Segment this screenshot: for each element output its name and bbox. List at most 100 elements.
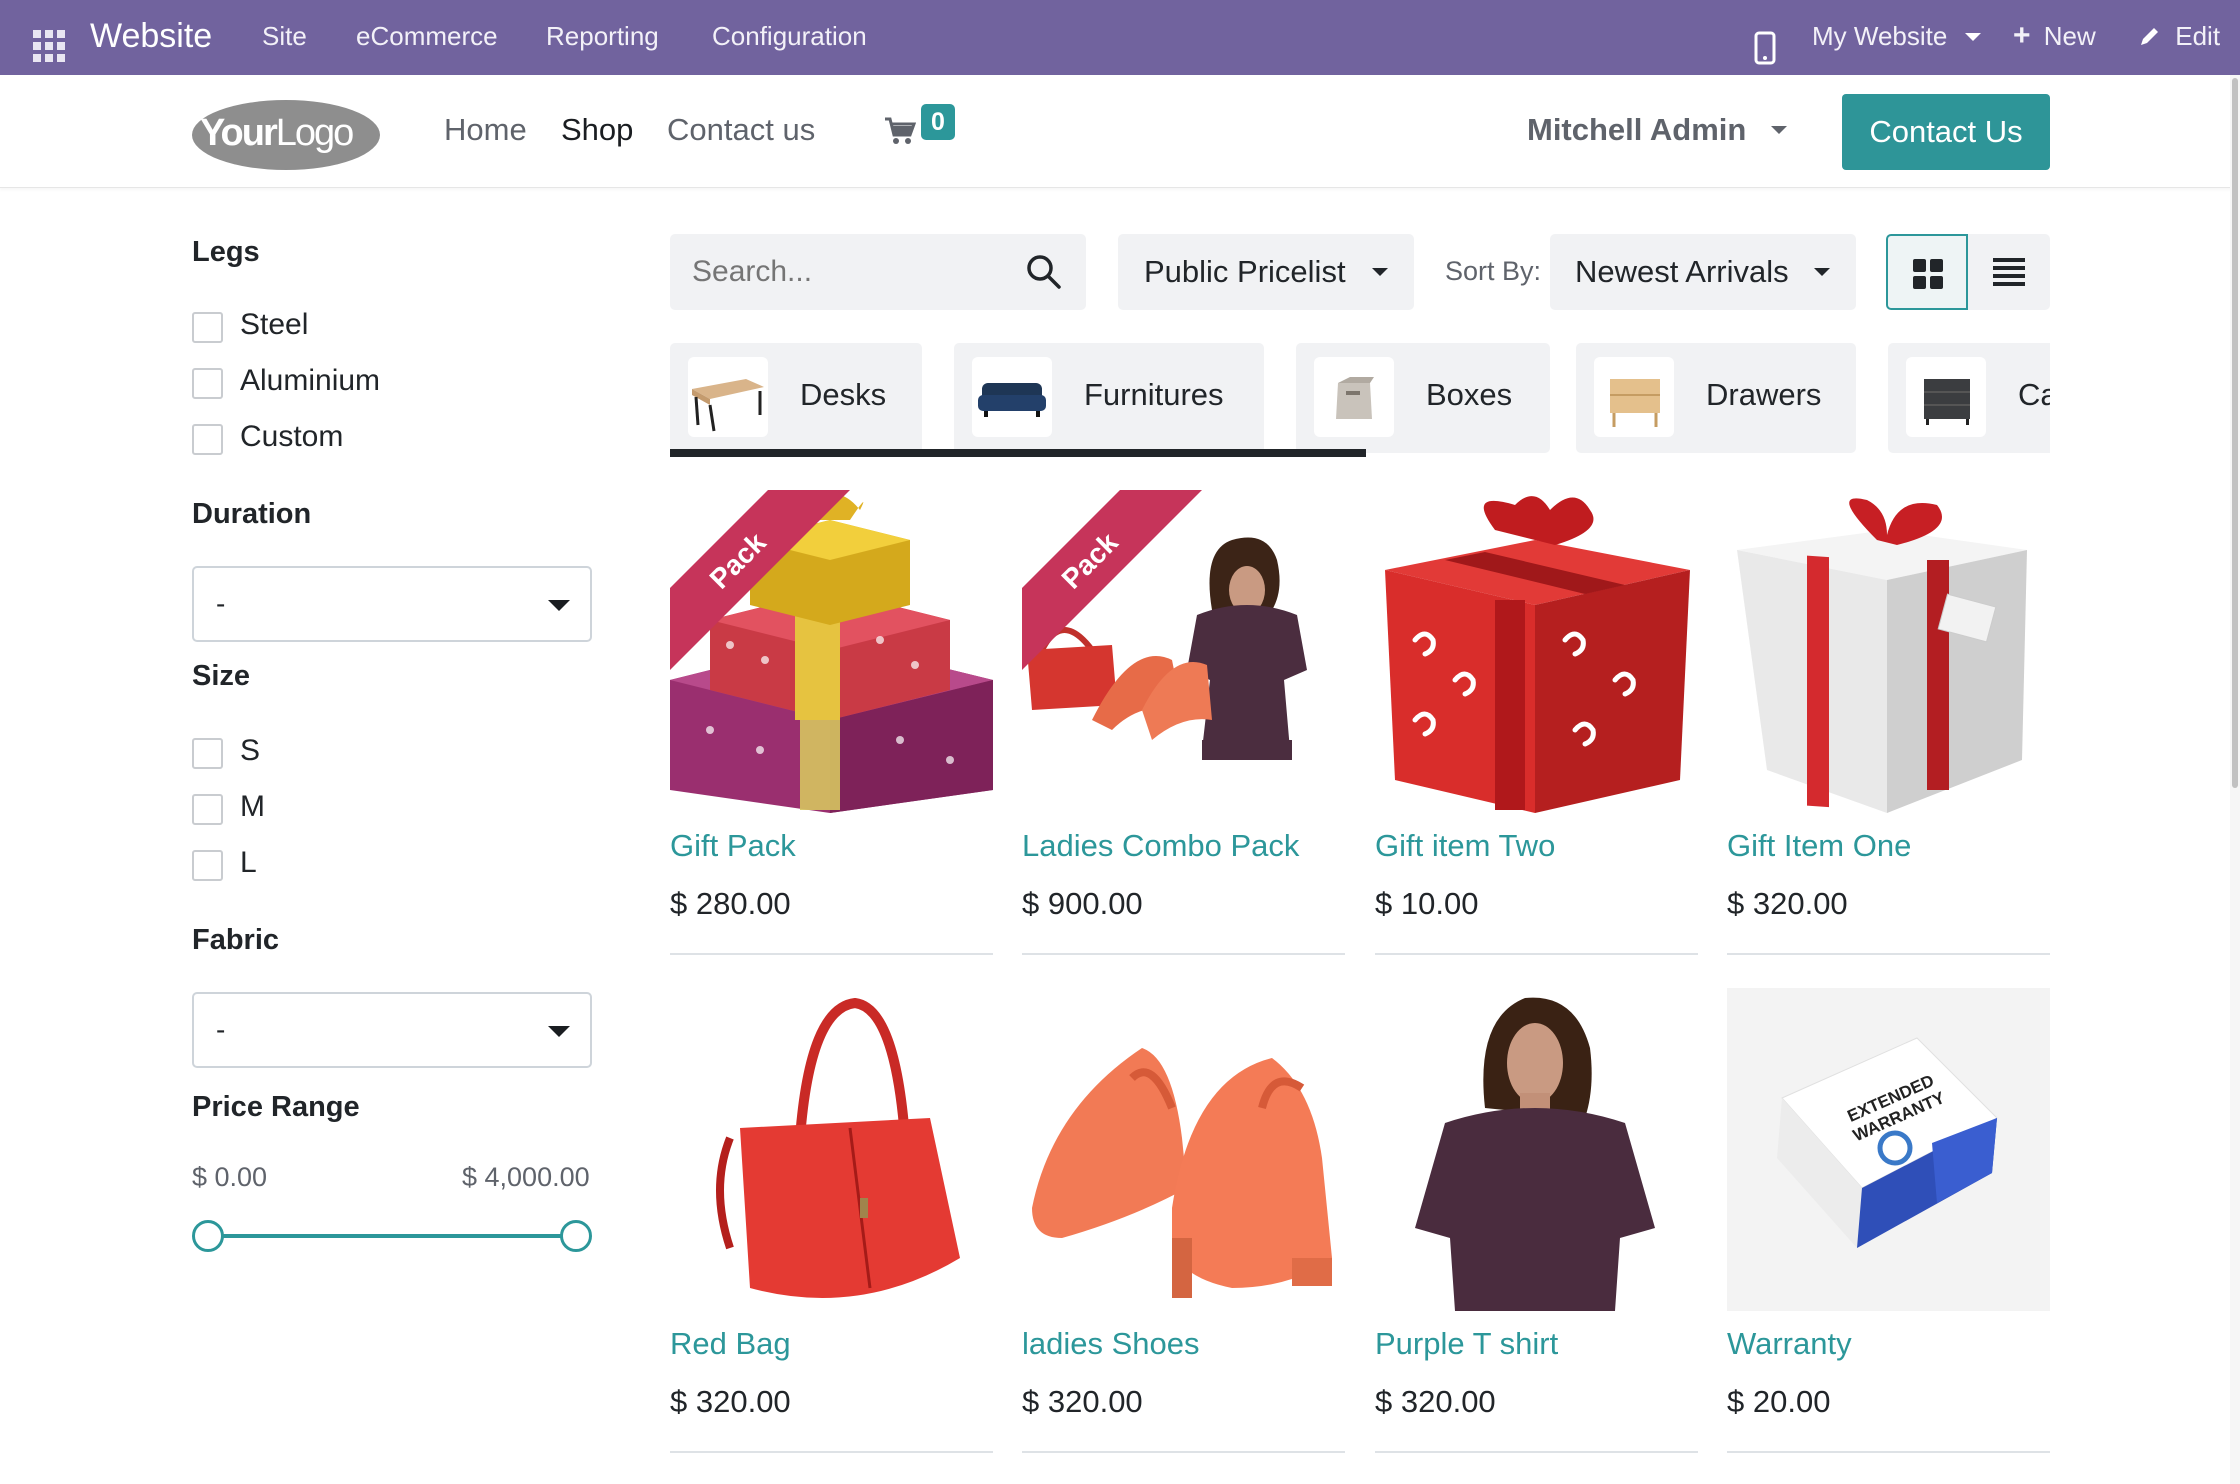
grid-icon <box>1912 258 1944 295</box>
product-image[interactable]: EXTENDED WARRANTY <box>1727 988 2050 1311</box>
product-price: $ 320.00 <box>1375 1384 1496 1419</box>
card-divider <box>1375 953 1698 955</box>
card-divider <box>1727 953 2050 955</box>
checkbox-label-aluminium[interactable]: Aluminium <box>240 364 380 398</box>
product-name[interactable]: ladies Shoes <box>1022 1326 1200 1362</box>
pricelist-dropdown[interactable]: Public Pricelist <box>1118 234 1414 310</box>
cabinet-thumbnail <box>1906 357 1986 437</box>
product-image[interactable]: Pack <box>670 490 993 813</box>
box-thumbnail <box>1314 357 1394 437</box>
card-divider <box>1022 953 1345 955</box>
list-view-button[interactable] <box>1968 234 2050 310</box>
admin-menu-reporting[interactable]: Reporting <box>546 0 659 75</box>
logo-text: YourLogo <box>200 112 354 154</box>
product-price: $ 280.00 <box>670 886 791 921</box>
price-range-max-handle[interactable] <box>560 1220 592 1252</box>
category-partial[interactable]: Ca <box>1888 343 2050 453</box>
filter-title-size: Size <box>192 660 251 692</box>
product-price: $ 10.00 <box>1375 886 1479 921</box>
list-icon <box>1992 256 2026 293</box>
fabric-select[interactable]: - <box>192 992 592 1068</box>
new-label: New <box>2043 21 2096 51</box>
nav-home[interactable]: Home <box>444 112 527 148</box>
product-name[interactable]: Purple T shirt <box>1375 1326 1558 1362</box>
checkbox-aluminium[interactable] <box>192 368 223 399</box>
product-image[interactable] <box>1022 988 1345 1311</box>
checkbox-custom[interactable] <box>192 424 223 455</box>
cart-count-badge: 0 <box>921 104 955 140</box>
product-name[interactable]: Ladies Combo Pack <box>1022 828 1299 864</box>
product-image[interactable] <box>1375 490 1698 813</box>
price-range-track[interactable] <box>207 1234 577 1238</box>
search-input[interactable] <box>692 250 1012 294</box>
product-image[interactable]: Pack <box>1022 490 1345 813</box>
search-icon[interactable] <box>1026 254 1062 295</box>
caret-down-icon <box>548 1026 570 1037</box>
card-divider <box>670 1451 993 1453</box>
sort-dropdown[interactable]: Newest Arrivals <box>1550 234 1856 310</box>
edit-label: Edit <box>2175 21 2221 51</box>
duration-select[interactable]: - <box>192 566 592 642</box>
product-price: $ 900.00 <box>1022 886 1143 921</box>
pricelist-label: Public Pricelist <box>1144 254 1346 289</box>
checkbox-size-s[interactable] <box>192 738 223 769</box>
checkbox-label-size-l[interactable]: L <box>240 846 257 880</box>
page-scrollbar-thumb[interactable] <box>2232 78 2238 788</box>
plus-icon: + <box>2013 19 2031 52</box>
nav-contact-us[interactable]: Contact us <box>667 112 815 148</box>
price-range-min-handle[interactable] <box>192 1220 224 1252</box>
product-name[interactable]: Warranty <box>1727 1326 1852 1362</box>
checkbox-label-steel[interactable]: Steel <box>240 308 308 342</box>
product-price: $ 320.00 <box>670 1384 791 1419</box>
sort-by-label: Sort By: <box>1445 256 1542 286</box>
edit-button[interactable]: Edit <box>2138 0 2220 75</box>
checkbox-label-size-m[interactable]: M <box>240 790 265 824</box>
price-min-label: $ 0.00 <box>192 1162 268 1192</box>
logo[interactable]: YourLogo <box>190 98 382 172</box>
category-desks[interactable]: Desks <box>670 343 922 453</box>
product-image[interactable] <box>1727 490 2050 813</box>
product-image[interactable] <box>670 988 993 1311</box>
product-price: $ 20.00 <box>1727 1384 1831 1419</box>
search-bar[interactable] <box>670 234 1086 310</box>
grid-view-button[interactable] <box>1886 234 1968 310</box>
filter-title-duration: Duration <box>192 498 312 530</box>
sort-value: Newest Arrivals <box>1575 254 1789 289</box>
product-image[interactable] <box>1375 988 1698 1311</box>
product-name[interactable]: Gift Item One <box>1727 828 1911 864</box>
drawer-thumbnail <box>1594 357 1674 437</box>
user-menu[interactable]: Mitchell Admin <box>1527 112 1787 148</box>
caret-down-icon <box>1372 268 1388 276</box>
admin-navbar: Website Site eCommerce Reporting Configu… <box>0 0 2240 75</box>
product-price: $ 320.00 <box>1727 886 1848 921</box>
my-website-dropdown[interactable]: My Website <box>1812 0 1981 75</box>
product-name[interactable]: Red Bag <box>670 1326 791 1362</box>
category-strip: Desks Furnitures Boxes Drawers Ca <box>670 343 2050 455</box>
category-furnitures[interactable]: Furnitures <box>954 343 1264 453</box>
checkbox-label-size-s[interactable]: S <box>240 734 260 768</box>
app-brand[interactable]: Website <box>90 0 212 75</box>
user-name: Mitchell Admin <box>1527 112 1747 147</box>
category-scroll-indicator[interactable] <box>670 449 1366 457</box>
cart-button[interactable] <box>884 116 917 151</box>
new-button[interactable]: + New <box>2013 0 2096 75</box>
product-name[interactable]: Gift item Two <box>1375 828 1555 864</box>
apps-grid-icon[interactable] <box>32 18 66 62</box>
category-boxes[interactable]: Boxes <box>1296 343 1550 453</box>
admin-menu-site[interactable]: Site <box>262 0 307 75</box>
category-drawers[interactable]: Drawers <box>1576 343 1856 453</box>
fabric-select-value: - <box>216 1014 226 1045</box>
duration-select-value: - <box>216 588 226 619</box>
admin-menu-ecommerce[interactable]: eCommerce <box>356 0 498 75</box>
product-name[interactable]: Gift Pack <box>670 828 796 864</box>
mobile-preview-icon[interactable] <box>1754 20 1776 65</box>
checkbox-size-l[interactable] <box>192 850 223 881</box>
checkbox-size-m[interactable] <box>192 794 223 825</box>
contact-us-button[interactable]: Contact Us <box>1842 94 2050 170</box>
product-price: $ 320.00 <box>1022 1384 1143 1419</box>
admin-menu-configuration[interactable]: Configuration <box>712 0 867 75</box>
checkbox-label-custom[interactable]: Custom <box>240 420 343 454</box>
nav-shop[interactable]: Shop <box>561 112 633 148</box>
checkbox-steel[interactable] <box>192 312 223 343</box>
category-label: Ca <box>2018 377 2050 412</box>
